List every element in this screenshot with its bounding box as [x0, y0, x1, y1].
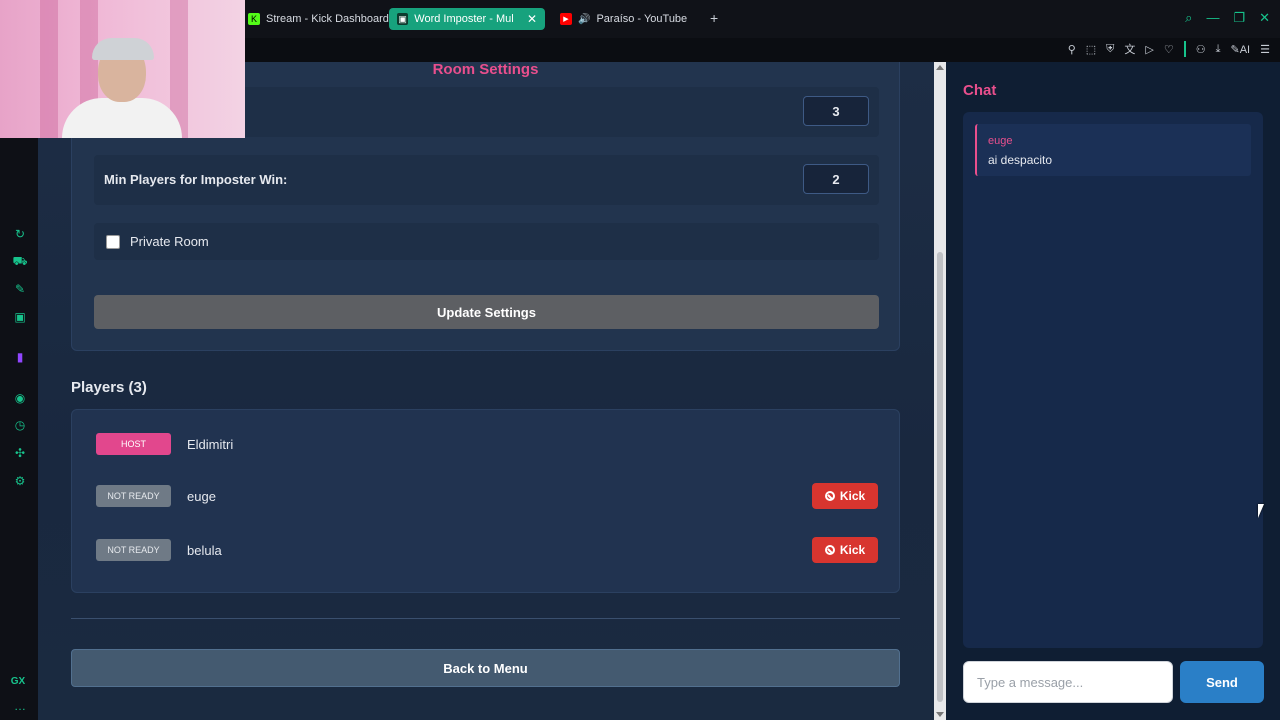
- message-text: ai despacito: [988, 153, 1053, 167]
- chat-message: euge ai despacito: [975, 124, 1251, 176]
- game-icon: ▣: [397, 13, 409, 25]
- page-scrollbar[interactable]: [934, 62, 946, 720]
- kick-icon: K: [248, 13, 260, 25]
- ai-label: AI: [1239, 43, 1251, 56]
- private-room-checkbox[interactable]: [106, 235, 120, 249]
- scroll-down-arrow-icon[interactable]: [936, 712, 944, 717]
- player-name: Eldimitri: [187, 437, 234, 452]
- profile-icon[interactable]: ⚇: [1196, 43, 1206, 56]
- app-icon[interactable]: ▣: [12, 309, 28, 325]
- close-window-icon[interactable]: ✕: [1259, 10, 1270, 26]
- kick-button-belula[interactable]: Kick: [812, 537, 878, 563]
- chat-message-input[interactable]: [963, 661, 1173, 703]
- pin-icon[interactable]: ⚲: [1068, 43, 1076, 56]
- new-tab-icon[interactable]: +: [710, 10, 718, 26]
- search-icon[interactable]: ⌕: [1185, 10, 1192, 26]
- chat-panel: Chat euge ai despacito Send: [946, 62, 1280, 720]
- player-row: NOT READY euge Kick: [96, 480, 878, 512]
- players-panel: HOST Eldimitri NOT READY euge Kick NOT R…: [71, 409, 900, 593]
- scroll-up-arrow-icon[interactable]: [936, 65, 944, 70]
- twitch-icon[interactable]: ▮: [12, 349, 28, 365]
- heart-icon[interactable]: ♡: [1164, 43, 1174, 56]
- min-players-input[interactable]: [803, 164, 869, 194]
- separator: [1183, 41, 1186, 57]
- extensions-icon[interactable]: ✣: [12, 445, 28, 461]
- translate-icon[interactable]: 文: [1124, 41, 1135, 57]
- host-badge: HOST: [96, 433, 171, 455]
- player-name: belula: [187, 543, 222, 558]
- extensions-bar: ⚲ ⬚ ⛨ 文 ▷ ♡ ⚇ ⤓ ✎AI ☰: [1068, 38, 1270, 60]
- settings-row-min-players: Min Players for Imposter Win:: [94, 155, 879, 205]
- tab-label: Paraíso - YouTube: [596, 13, 688, 25]
- close-tab-icon[interactable]: ✕: [527, 12, 537, 26]
- divider: [71, 618, 900, 619]
- back-to-menu-button[interactable]: Back to Menu: [71, 649, 900, 687]
- speaker-icon: 🔊: [578, 13, 591, 25]
- person-shirt: [62, 98, 182, 138]
- maximize-icon[interactable]: ❐: [1233, 10, 1245, 26]
- youtube-icon: ▶: [560, 13, 572, 25]
- min-players-label: Min Players for Imposter Win:: [104, 172, 288, 187]
- player-row: HOST Eldimitri: [96, 428, 878, 460]
- tab-youtube[interactable]: ▶ 🔊 Paraíso - YouTube: [552, 8, 695, 30]
- not-ready-badge: NOT READY: [96, 485, 171, 507]
- mouse-cursor-icon: [1258, 504, 1264, 518]
- players-title: Players (3): [71, 379, 147, 396]
- update-settings-button[interactable]: Update Settings: [94, 295, 879, 329]
- tab-label: Word Imposter - Multi: [414, 13, 513, 25]
- ban-icon: [824, 491, 835, 501]
- message-username: euge: [988, 135, 1013, 147]
- ban-icon: [824, 545, 835, 555]
- not-ready-badge: NOT READY: [96, 539, 171, 561]
- play-icon[interactable]: ▷: [1145, 43, 1153, 56]
- player-name: euge: [187, 489, 216, 504]
- gx-icon[interactable]: GX: [10, 673, 26, 689]
- scrollbar-thumb[interactable]: [937, 252, 943, 702]
- ai-icon[interactable]: ✎AI: [1231, 43, 1251, 56]
- settings-gear-icon[interactable]: ⚙: [12, 473, 28, 489]
- player-row: NOT READY belula Kick: [96, 534, 878, 566]
- shield-icon[interactable]: ⛨: [1106, 43, 1114, 56]
- minimize-icon[interactable]: —: [1206, 10, 1219, 26]
- webcam-overlay: [0, 0, 245, 138]
- window-controls: ⌕ — ❐ ✕: [1185, 10, 1270, 26]
- kick-label: Kick: [839, 489, 866, 503]
- private-room-label: Private Room: [130, 234, 209, 249]
- chat-title: Chat: [963, 82, 997, 99]
- browser-sidebar: ↻ ⛟ ✎ ▣ ▮ ◉ ◷ ✣ ⚙ GX …: [0, 138, 38, 720]
- more-icon[interactable]: …: [12, 698, 28, 714]
- snapshot-icon[interactable]: ⬚: [1086, 43, 1096, 56]
- setting-number-input-1[interactable]: [803, 96, 869, 126]
- menu-icon[interactable]: ☰: [1260, 43, 1270, 56]
- history-icon[interactable]: ◷: [12, 417, 28, 433]
- curtain: [40, 0, 58, 138]
- kick-label: Kick: [839, 543, 866, 557]
- send-button[interactable]: Send: [1180, 661, 1264, 703]
- download-icon[interactable]: ⤓: [1216, 43, 1221, 56]
- edit-icon[interactable]: ✎: [12, 281, 28, 297]
- refresh-icon[interactable]: ↻: [12, 226, 28, 242]
- player-icon[interactable]: ◉: [12, 390, 28, 406]
- tab-kick-dashboard[interactable]: K Stream - Kick Dashboard: [240, 8, 397, 30]
- chat-messages: euge ai despacito: [963, 112, 1263, 648]
- shopping-bag-icon[interactable]: ⛟: [12, 254, 28, 270]
- game-content: Room Settings Min Players for Imposter W…: [38, 62, 934, 720]
- person-cap: [92, 38, 154, 60]
- private-room-row: Private Room: [94, 223, 879, 260]
- kick-button-euge[interactable]: Kick: [812, 483, 878, 509]
- tab-word-imposter[interactable]: ▣ Word Imposter - Multi ✕: [389, 8, 545, 30]
- tab-label: Stream - Kick Dashboard: [266, 13, 389, 25]
